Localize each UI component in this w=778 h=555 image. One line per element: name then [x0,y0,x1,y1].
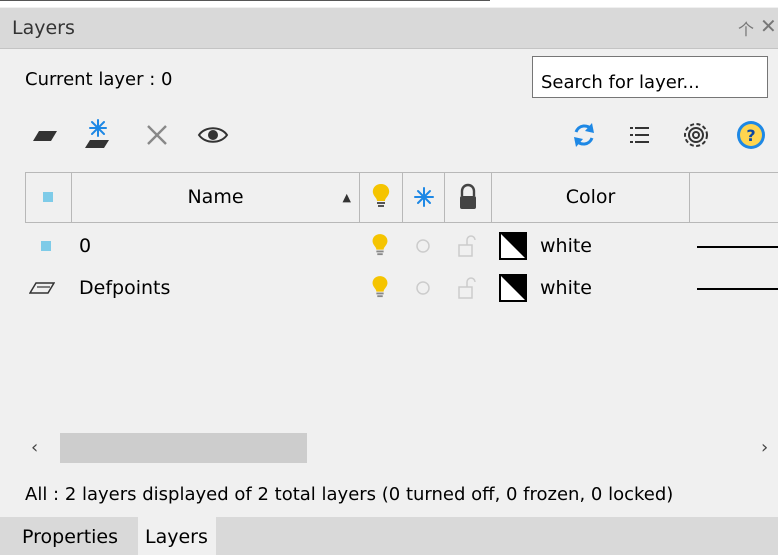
color-swatch-icon[interactable] [499,267,527,309]
name-column-header[interactable]: Name ▲ [72,172,360,222]
scrollbar-thumb[interactable] [60,433,307,463]
sun-thawed-icon[interactable] [414,225,432,267]
color-swatch-icon[interactable] [499,225,527,267]
layer-parallelogram-icon [29,267,55,309]
settings-gear-icon[interactable] [679,118,713,152]
lightbulb-on-icon[interactable] [370,267,390,309]
layer-name[interactable]: 0 [79,225,91,267]
freeze-column-header[interactable] [403,172,445,222]
panel-title: Layers [12,17,75,39]
svg-text:?: ? [746,126,755,145]
scroll-left-icon[interactable]: ‹ [31,437,38,458]
bottom-tab-bar: Properties Layers [0,517,778,555]
color-name[interactable]: white [540,225,592,267]
tab-properties[interactable]: Properties [0,517,138,555]
table-row[interactable]: Defpoints white [25,267,778,309]
close-icon[interactable]: ✕ [760,14,777,38]
current-layer-square-icon [41,225,51,267]
top-edge [0,0,778,7]
lightbulb-on-icon[interactable] [370,225,390,267]
refresh-icon[interactable] [567,118,601,152]
sort-ascending-icon: ▲ [342,190,351,204]
scroll-right-icon[interactable]: › [761,437,768,458]
status-text: All : 2 layers displayed of 2 total laye… [25,484,674,505]
lock-column-header[interactable] [445,172,492,222]
sun-thawed-icon[interactable] [414,267,432,309]
current-layer-square-icon [43,192,53,202]
help-icon[interactable]: ? [734,118,768,152]
pin-icon[interactable]: 个 [738,16,754,40]
layer-name[interactable]: Defpoints [79,267,170,309]
linetype-continuous[interactable] [697,246,778,248]
new-layer-icon[interactable] [26,118,60,152]
horizontal-scrollbar[interactable]: ‹ › [25,432,778,465]
linetype-column-header[interactable] [690,172,778,222]
tab-layers[interactable]: Layers [138,517,216,555]
color-name[interactable]: white [540,267,592,309]
panel-title-bar: Layers 个 ✕ [0,8,778,49]
search-input[interactable] [532,56,768,98]
status-column-header[interactable] [25,172,72,222]
linetype-continuous[interactable] [697,288,778,290]
list-icon[interactable] [622,118,656,152]
unlocked-icon[interactable] [457,225,477,267]
new-vp-frozen-layer-icon[interactable] [81,118,115,152]
table-row[interactable]: 0 white [25,225,778,267]
lock-icon [460,183,476,209]
unlocked-icon[interactable] [457,267,477,309]
on-column-header[interactable] [360,172,403,222]
layers-grid: Name ▲ Color 0 white Defpoints white [25,172,778,430]
isolate-eye-icon[interactable] [196,118,230,152]
delete-layer-icon[interactable] [140,118,174,152]
color-column-header[interactable]: Color [492,172,690,222]
grid-header: Name ▲ Color [25,172,778,223]
lightbulb-icon [372,184,390,207]
snowflake-icon [413,187,434,207]
current-layer-label: Current layer : 0 [25,69,173,90]
